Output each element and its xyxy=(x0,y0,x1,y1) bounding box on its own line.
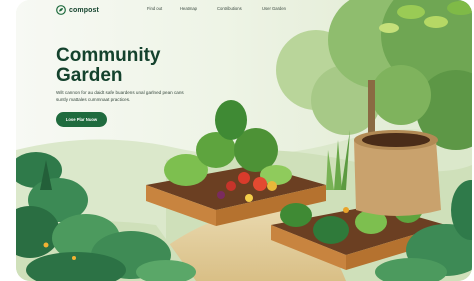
hero-description: Wilt cannon for au daidt safe buardens u… xyxy=(56,90,184,103)
hero-card: compost Find out Heatmap Contributions U… xyxy=(16,0,472,281)
brand-logo[interactable]: compost xyxy=(56,5,99,15)
cta-button[interactable]: Lose Plar Nuow xyxy=(56,112,107,127)
nav-link-contributions[interactable]: Contributions xyxy=(217,6,242,11)
nav-link-heatmap[interactable]: Heatmap xyxy=(180,6,197,11)
top-navigation: compost Find out Heatmap Contributions U… xyxy=(16,0,472,20)
brand-name: compost xyxy=(69,6,99,14)
hero-title: Community Garden xyxy=(56,46,226,86)
hero-title-line-2: Garden xyxy=(56,65,123,86)
hero-title-line-1: Community xyxy=(56,45,161,66)
garden-illustration xyxy=(16,0,472,281)
nav-link-find-out[interactable]: Find out xyxy=(147,6,162,11)
nav-link-user-garden[interactable]: User Garden xyxy=(262,6,286,11)
leaf-logo-icon xyxy=(56,5,66,15)
